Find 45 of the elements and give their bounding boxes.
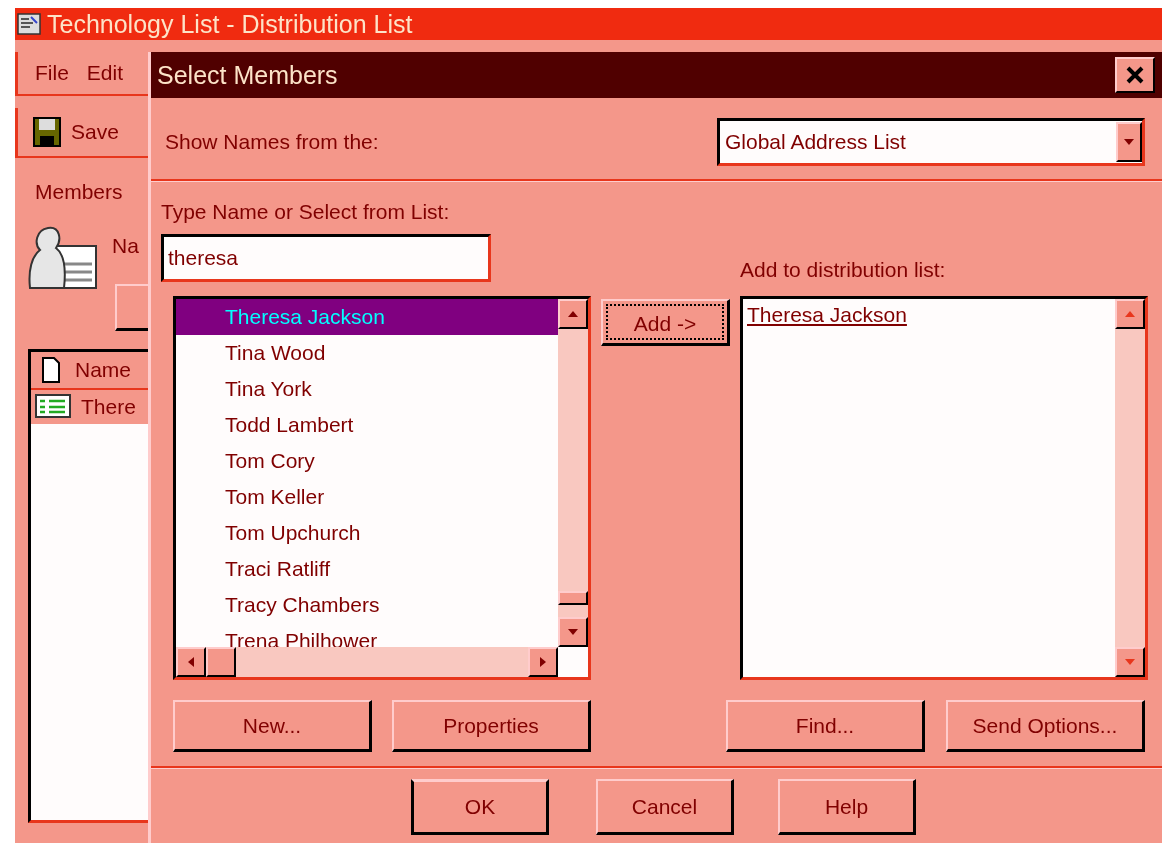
dialog-button[interactable]: Properties xyxy=(392,700,591,752)
up-arrow-icon[interactable] xyxy=(568,311,578,317)
name-list-item[interactable]: Theresa Jackson xyxy=(176,299,558,335)
close-button[interactable] xyxy=(1115,57,1155,93)
search-field[interactable]: theresa xyxy=(161,234,491,282)
name-list-item[interactable]: Tracy Chambers xyxy=(176,587,558,623)
menu-item[interactable]: Edit xyxy=(86,61,124,85)
name-list-item[interactable]: Todd Lambert xyxy=(176,407,558,443)
field-label: Add to distribution list: xyxy=(740,258,947,282)
vertical-scrollbar[interactable] xyxy=(558,299,588,647)
name-list-item[interactable]: Tom Upchurch xyxy=(176,515,558,551)
add-button[interactable]: Add -> xyxy=(601,299,730,346)
name-list-item[interactable]: Traci Ratliff xyxy=(176,551,558,587)
left-arrow-icon[interactable] xyxy=(188,657,194,667)
save-icon[interactable] xyxy=(33,117,61,147)
dialog-title: Select Members xyxy=(157,60,338,90)
right-arrow-icon[interactable] xyxy=(540,657,546,667)
list-entry-icon xyxy=(35,394,71,420)
menu-item[interactable]: File xyxy=(35,61,69,85)
save-button[interactable]: Save xyxy=(71,120,119,144)
name-list-item[interactable]: Tina York xyxy=(176,371,558,407)
field-label: Type Name or Select from List: xyxy=(161,200,451,224)
dialog-button[interactable]: OK xyxy=(411,779,549,835)
dialog-button[interactable]: Find... xyxy=(726,700,925,752)
name-label: Na xyxy=(112,234,139,258)
scroll-thumb[interactable] xyxy=(558,591,588,605)
dialog-button[interactable]: Cancel xyxy=(596,779,734,835)
dialog-button[interactable]: Help xyxy=(778,779,916,835)
dialog-button[interactable]: New... xyxy=(173,700,372,752)
name-list-item[interactable]: Tina Wood xyxy=(176,335,558,371)
members-tab[interactable]: Members xyxy=(35,180,148,204)
field-label: Show Names from the: xyxy=(165,130,379,154)
app-icon xyxy=(17,13,41,35)
dialog-button[interactable]: Send Options... xyxy=(946,700,1145,752)
name-list-item[interactable]: Tom Cory xyxy=(176,443,558,479)
scroll-thumb[interactable] xyxy=(206,647,236,677)
distribution-entry[interactable]: Theresa Jackson xyxy=(747,303,1115,327)
name-list-item[interactable]: Tom Keller xyxy=(176,479,558,515)
down-arrow-icon[interactable] xyxy=(568,629,578,635)
document-icon xyxy=(41,357,61,383)
window-title: Technology List - Distribution List xyxy=(47,9,413,39)
address-book-dropdown[interactable]: Global Address List xyxy=(717,118,1145,166)
horizontal-scrollbar[interactable] xyxy=(176,647,558,677)
button[interactable] xyxy=(115,284,148,331)
close-icon xyxy=(1125,65,1145,85)
